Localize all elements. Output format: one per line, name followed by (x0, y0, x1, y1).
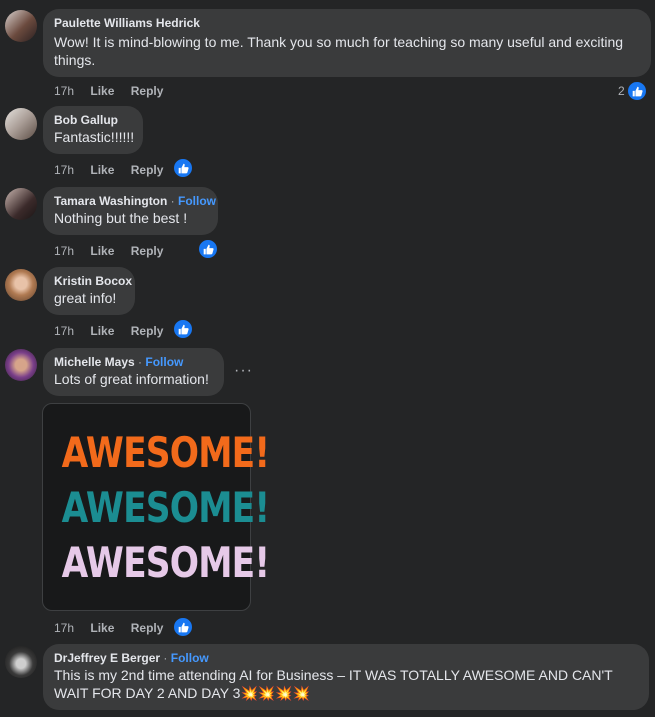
comment-timestamp[interactable]: 17h (54, 621, 74, 635)
comment-bubble: Paulette Williams Hedrick Wow! It is min… (43, 9, 651, 77)
follow-link[interactable]: Follow (145, 355, 183, 369)
comment-author-name[interactable]: Tamara Washington (54, 194, 167, 208)
comment-bubble: Bob Gallup Fantastic!!!!!! (43, 106, 143, 154)
comment-timestamp[interactable]: 17h (54, 84, 74, 98)
thumbs-up-icon (178, 622, 189, 632)
like-button[interactable]: Like (90, 163, 114, 177)
comment-author[interactable]: Kristin Bocox (54, 274, 132, 289)
comment-actions: 17h Like Reply (54, 84, 176, 98)
comment-timestamp[interactable]: 17h (54, 244, 74, 258)
comment-actions: 17h Like Reply (54, 621, 176, 635)
comment-author: Michelle Mays · Follow (54, 355, 184, 369)
thumbs-up-icon (178, 163, 189, 173)
gif-attachment[interactable]: AWESOME! AWESOME! AWESOME! (42, 403, 270, 611)
gif-text-line: AWESOME! (61, 538, 270, 587)
thumbs-up-icon (203, 244, 214, 254)
reply-button[interactable]: Reply (131, 324, 164, 338)
comment-text: Lots of great information! (54, 371, 209, 387)
reply-button[interactable]: Reply (131, 84, 164, 98)
comment-text: This is my 2nd time attending AI for Bus… (54, 667, 613, 701)
comment-author[interactable]: Bob Gallup (54, 113, 132, 128)
gif-text-line: AWESOME! (61, 428, 270, 477)
avatar[interactable] (5, 269, 37, 301)
comment-bubble: Michelle Mays · Follow Lots of great inf… (43, 348, 224, 396)
comment-bubble: DrJeffrey E Berger · Follow This is my 2… (43, 644, 649, 710)
comment-actions: 17h Like Reply (54, 324, 176, 338)
reaction-count[interactable]: 2 (618, 84, 625, 98)
comment-text: Fantastic!!!!!! (54, 129, 135, 145)
comment-author: DrJeffrey E Berger · Follow (54, 651, 209, 665)
comment-timestamp[interactable]: 17h (54, 324, 74, 338)
like-button[interactable]: Like (90, 244, 114, 258)
more-options-icon[interactable]: ··· (234, 362, 253, 380)
comment-text: Wow! It is mind-blowing to me. Thank you… (54, 34, 624, 68)
comment-actions: 17h Like Reply (54, 163, 176, 177)
avatar[interactable] (5, 10, 37, 42)
comment-author: Tamara Washington · Follow (54, 194, 217, 208)
avatar[interactable] (5, 646, 37, 678)
comment-bubble: Tamara Washington · Follow Nothing but t… (43, 187, 218, 235)
gif-text-line: AWESOME! (61, 483, 270, 532)
comment-timestamp[interactable]: 17h (54, 163, 74, 177)
reply-button[interactable]: Reply (131, 244, 164, 258)
like-reaction-icon[interactable] (626, 80, 648, 102)
like-reaction-icon[interactable] (197, 238, 219, 260)
like-button[interactable]: Like (90, 621, 114, 635)
comment-author-name[interactable]: DrJeffrey E Berger (54, 651, 160, 665)
like-reaction-icon[interactable] (172, 616, 194, 638)
reply-button[interactable]: Reply (131, 163, 164, 177)
like-button[interactable]: Like (90, 324, 114, 338)
comment-text: great info! (54, 290, 117, 306)
thumbs-up-icon (178, 324, 189, 334)
like-reaction-icon[interactable] (172, 157, 194, 179)
thumbs-up-icon (632, 86, 643, 96)
follow-link[interactable]: Follow (178, 194, 216, 208)
follow-link[interactable]: Follow (171, 651, 209, 665)
reply-button[interactable]: Reply (131, 621, 164, 635)
comment-actions: 17h Like Reply (54, 244, 176, 258)
comment-bubble: Kristin Bocox great info! (43, 267, 135, 315)
comment-author-name[interactable]: Michelle Mays (54, 355, 135, 369)
avatar[interactable] (5, 108, 37, 140)
comment-text: Nothing but the best ! (54, 210, 188, 226)
comment-author[interactable]: Paulette Williams Hedrick (54, 16, 640, 31)
like-reaction-icon[interactable] (172, 318, 194, 340)
like-button[interactable]: Like (90, 84, 114, 98)
avatar[interactable] (5, 349, 37, 381)
avatar[interactable] (5, 188, 37, 220)
